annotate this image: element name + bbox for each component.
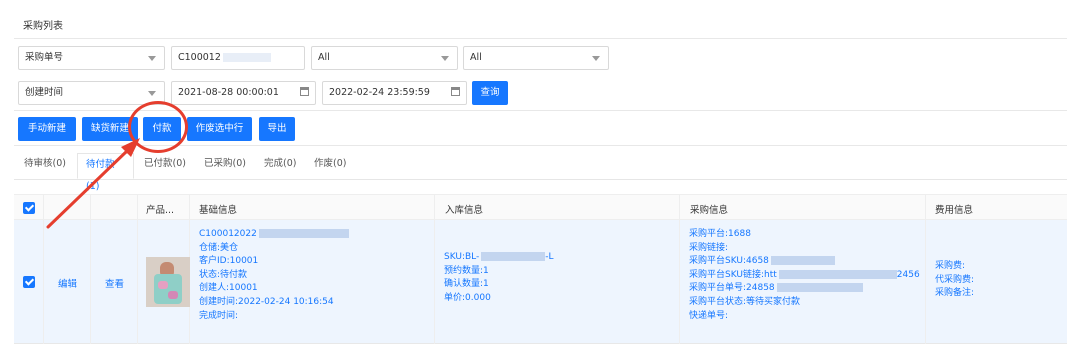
tab-completed[interactable]: 完成(0)	[264, 153, 296, 179]
column-divider	[137, 194, 138, 344]
tab-voided[interactable]: 作废(0)	[314, 153, 346, 179]
export-button[interactable]: 导出	[259, 117, 295, 141]
start-time-input[interactable]: 2021-08-28 00:00:01	[171, 81, 316, 105]
column-divider	[925, 194, 926, 344]
row-divider	[14, 343, 1067, 344]
confirmed-quantity: 确认数量:1	[444, 279, 489, 290]
query-button[interactable]: 查询	[472, 81, 508, 105]
platform-sku: 采购平台SKU:4658	[689, 255, 920, 269]
fee-info-cell: 采购费: 代采购费: 采购备注:	[935, 260, 974, 301]
purchase-remark: 采购备注:	[935, 288, 975, 299]
tab-paid[interactable]: 已付款(0)	[144, 153, 186, 179]
header-purchase-info: 采购信息	[690, 205, 729, 216]
completed-time: 完成时间:	[199, 310, 239, 321]
chevron-down-icon	[441, 56, 449, 61]
table-header: 产品... 基础信息 入库信息 采购信息 费用信息	[14, 194, 1067, 220]
warehouse: 仓储:美仓	[199, 242, 239, 253]
calendar-icon	[451, 87, 460, 96]
header-basic-info: 基础信息	[199, 205, 238, 216]
calendar-icon	[300, 87, 309, 96]
field-select[interactable]: 采购单号	[18, 46, 165, 70]
purchase-info-cell: 采购平台:1688 采购链接: 采购平台SKU:4658 采购平台SKU链接:h…	[689, 228, 920, 323]
title-divider	[14, 38, 1067, 39]
toolbar-divider	[14, 145, 1067, 146]
chevron-down-icon	[148, 56, 156, 61]
order-number-value: C100012	[178, 52, 221, 63]
filter-select-2[interactable]: All	[311, 46, 458, 70]
header-fee-info: 费用信息	[935, 205, 974, 216]
select-all-checkbox[interactable]	[23, 202, 35, 214]
filter-divider	[14, 110, 1067, 111]
order-status: 状态:待付款	[199, 269, 248, 280]
platform-order-number: 采购平台单号:24858	[689, 282, 920, 296]
chevron-down-icon	[148, 91, 156, 96]
tab-pending-payment[interactable]: 待付款(1)	[77, 153, 134, 192]
tracking-number: 快递单号:	[689, 310, 729, 321]
manual-create-button[interactable]: 手动新建	[18, 117, 76, 141]
edit-link[interactable]: 编辑	[58, 276, 77, 290]
column-divider	[434, 194, 435, 344]
tab-underline	[14, 179, 1067, 180]
time-field-select[interactable]: 创建时间	[18, 81, 165, 105]
header-product: 产品...	[146, 205, 175, 216]
purchase-link[interactable]: 采购链接:	[689, 242, 920, 256]
created-time: 创建时间:2022-02-24 10:16:54	[199, 296, 334, 307]
tab-pending-review[interactable]: 待审核(0)	[24, 153, 66, 179]
purchase-list-panel: 采购列表 采购单号 C100012 All All 创建时间 2021-08-2…	[0, 0, 1067, 357]
proxy-purchase-fee: 代采购费:	[935, 274, 975, 285]
start-time-value: 2021-08-28 00:00:01	[178, 87, 279, 98]
panel-title: 采购列表	[23, 21, 63, 32]
creator: 创建人:10001	[199, 283, 258, 294]
tab-purchased[interactable]: 已采购(0)	[204, 153, 246, 179]
view-link[interactable]: 查看	[105, 276, 124, 290]
filter-select-3-value: All	[470, 52, 482, 63]
customer-id: 客户ID:10001	[199, 256, 259, 267]
purchase-fee: 采购费:	[935, 261, 966, 271]
chevron-down-icon	[592, 56, 600, 61]
purchase-platform: 采购平台:1688	[689, 229, 751, 239]
unit-price: 单价:0.000	[444, 292, 491, 303]
time-field-select-value: 创建时间	[25, 87, 64, 98]
field-select-value: 采购单号	[25, 52, 64, 63]
void-selected-button[interactable]: 作废选中行	[187, 117, 252, 141]
filter-select-3[interactable]: All	[463, 46, 609, 70]
booked-quantity: 预约数量:1	[444, 265, 489, 276]
basic-info-cell: C100012022 仓储:美仓 客户ID:10001 状态:待付款 创建人:1…	[199, 228, 349, 323]
redacted-mask	[222, 53, 271, 62]
order-number[interactable]: C100012022	[199, 228, 349, 242]
header-inbound-info: 入库信息	[445, 205, 484, 216]
sku: SKU:BL- -L	[444, 252, 554, 262]
column-divider	[90, 194, 91, 344]
filter-select-2-value: All	[318, 52, 330, 63]
end-time-input[interactable]: 2022-02-24 23:59:59	[322, 81, 467, 105]
row-checkbox[interactable]	[23, 276, 35, 288]
inbound-info-cell: SKU:BL- -L 预约数量:1 确认数量:1 单价:0.000	[444, 251, 554, 305]
product-image[interactable]	[146, 257, 190, 307]
platform-status: 采购平台状态:等待买家付款	[689, 296, 801, 307]
shortage-create-button[interactable]: 缺货新建	[82, 117, 138, 141]
column-divider	[679, 194, 680, 344]
order-number-input[interactable]: C100012	[171, 46, 305, 70]
end-time-value: 2022-02-24 23:59:59	[329, 87, 430, 98]
platform-sku-link[interactable]: 采购平台SKU链接:htt 2456	[689, 269, 920, 283]
column-divider	[43, 194, 44, 344]
pay-button[interactable]: 付款	[143, 117, 181, 141]
